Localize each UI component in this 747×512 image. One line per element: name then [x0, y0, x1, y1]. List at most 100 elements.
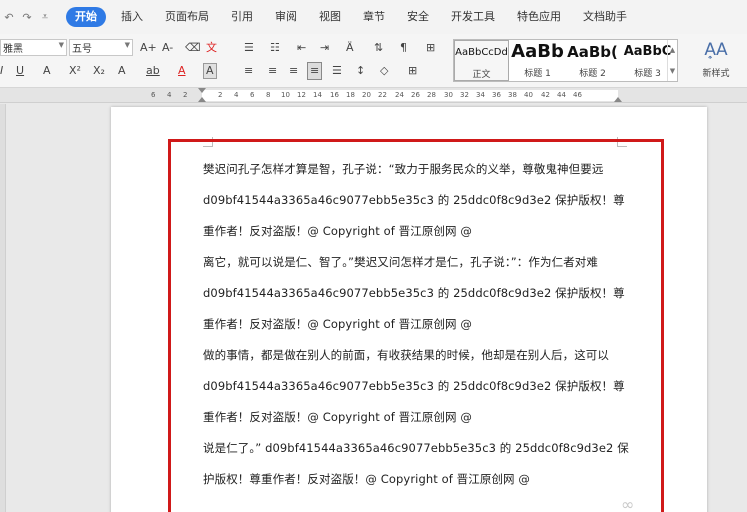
ruler-number: 22	[378, 91, 387, 99]
borders-icon[interactable]: ⊞	[408, 64, 417, 78]
line-spacing-icon[interactable]: ↕	[356, 64, 365, 78]
ribbon-toolbar: 雅黑 ▼ 五号 ▼ A+ A- ⌫ 文 I U A X² X₂ A ab A A…	[0, 34, 747, 88]
new-style-label: 新样式	[702, 69, 730, 79]
document-line[interactable]: 樊迟问孔子怎样才算是智，孔子说：“致力于服务民众的义举，尊敬鬼神但要远	[203, 161, 603, 177]
style-caption: 标题 1	[524, 69, 551, 79]
decrease-indent-icon[interactable]: ⇤	[297, 41, 306, 55]
font-size-select[interactable]: 五号 ▼	[69, 39, 133, 56]
chinese-layout-icon[interactable]: Ä	[346, 41, 354, 55]
document-line[interactable]: 做的事情，都是做在别人的前面，有收获结果的时候，他却是在别人后，这可以	[203, 347, 609, 363]
show-marks-icon[interactable]: ¶	[400, 41, 407, 55]
new-style-button[interactable]: A͎A 新样式	[696, 40, 736, 79]
ruler-number: 2	[218, 91, 223, 99]
superscript-button[interactable]: X²	[69, 64, 81, 78]
text-effect-button[interactable]: A	[118, 64, 126, 78]
distribute-icon[interactable]: ☰	[332, 64, 342, 78]
ruler-number: 36	[492, 91, 501, 99]
sort-icon[interactable]: ⇅	[374, 41, 383, 55]
document-line[interactable]: 护版权！尊重作者！反对盗版！@ Copyright of 晋江原创网 @	[203, 471, 530, 487]
document-line[interactable]: d09bf41544a3365a46c9077ebb5e35c3 的 25ddc…	[203, 285, 625, 301]
ruler-number: 2	[183, 91, 188, 99]
ruler-number: 6	[250, 91, 255, 99]
char-shading-button[interactable]: A	[203, 63, 217, 79]
tab-features[interactable]: 特色应用	[506, 7, 572, 27]
justify-icon[interactable]: ≡	[307, 62, 323, 80]
font-size-value: 五号	[72, 44, 92, 55]
clear-format-button[interactable]: ⌫	[185, 41, 201, 55]
tab-doc-assistant[interactable]: 文档助手	[572, 7, 638, 27]
ruler-number: 4	[234, 91, 239, 99]
style-heading-1[interactable]: AaBb 标题 1	[510, 40, 565, 81]
ruler-number: 12	[297, 91, 306, 99]
tab-review[interactable]: 审阅	[264, 7, 308, 27]
horizontal-ruler[interactable]: 6 4 2 2 4 6 8 10 12 14 16 18 20 22 24 26…	[0, 88, 747, 103]
document-line[interactable]: d09bf41544a3365a46c9077ebb5e35c3 的 25ddc…	[203, 378, 625, 394]
ruler-number: 42	[541, 91, 550, 99]
tab-developer[interactable]: 开发工具	[440, 7, 506, 27]
tab-references[interactable]: 引用	[220, 7, 264, 27]
table-border-icon[interactable]: ⊞	[426, 41, 435, 55]
document-line[interactable]: 离它，就可以说是仁、智了。”樊迟又问怎样才是仁，孔子说：”：作为仁者对难	[203, 254, 598, 270]
font-name-value: 雅黑	[3, 44, 23, 55]
tab-insert[interactable]: 插入	[110, 7, 154, 27]
align-center-icon[interactable]: ≡	[268, 64, 277, 78]
subscript-button[interactable]: X₂	[93, 64, 105, 78]
tab-security[interactable]: 安全	[396, 7, 440, 27]
document-line[interactable]: 重作者！反对盗版！@ Copyright of 晋江原创网 @	[203, 223, 472, 239]
document-line[interactable]: d09bf41544a3365a46c9077ebb5e35c3 的 25ddc…	[203, 192, 625, 208]
increase-indent-icon[interactable]: ⇥	[320, 41, 329, 55]
first-line-indent-marker[interactable]	[198, 88, 206, 93]
text-outline-button[interactable]: A	[43, 64, 51, 78]
numbered-list-icon[interactable]: ☷	[270, 41, 280, 55]
style-normal[interactable]: AaBbCcDd 正文	[454, 40, 509, 81]
font-name-select[interactable]: 雅黑 ▼	[0, 39, 67, 56]
left-indent-marker[interactable]	[198, 97, 206, 102]
underline-button[interactable]: U	[16, 64, 24, 78]
tab-chapter[interactable]: 章节	[352, 7, 396, 27]
ruler-number: 34	[476, 91, 485, 99]
tab-page-layout[interactable]: 页面布局	[154, 7, 220, 27]
new-style-icon: A͎A	[704, 40, 728, 60]
ruler-number: 14	[313, 91, 322, 99]
style-sample: AaBb(	[567, 43, 618, 61]
document-page[interactable]: 樊迟问孔子怎样才算是智，孔子说：“致力于服务民众的义举，尊敬鬼神但要远 d09b…	[111, 107, 707, 512]
customize-icon[interactable]: ⩡	[38, 10, 52, 24]
ruler-number: 46	[573, 91, 582, 99]
ruler-number: 16	[330, 91, 339, 99]
undo-icon[interactable]: ↶	[2, 10, 16, 24]
italic-button[interactable]: I	[0, 64, 3, 78]
ruler-number: 28	[427, 91, 436, 99]
document-line[interactable]: 重作者！反对盗版！@ Copyright of 晋江原创网 @	[203, 409, 472, 425]
tab-home[interactable]: 开始	[66, 7, 106, 27]
phonetic-guide-button[interactable]: 文	[206, 41, 217, 55]
grow-font-button[interactable]: A+	[140, 41, 157, 55]
redo-icon[interactable]: ↷	[20, 10, 34, 24]
watermark-icon: ∞	[621, 495, 635, 512]
ruler-number: 30	[444, 91, 453, 99]
ruler-number: 24	[395, 91, 404, 99]
tab-view[interactable]: 视图	[308, 7, 352, 27]
style-caption: 标题 2	[579, 69, 606, 79]
highlight-button[interactable]: ab	[146, 64, 160, 78]
style-caption: 正文	[472, 70, 491, 80]
shrink-font-button[interactable]: A-	[162, 41, 173, 55]
style-heading-2[interactable]: AaBb( 标题 2	[565, 40, 620, 81]
chevron-down-icon: ▼	[124, 41, 130, 49]
gallery-scroll[interactable]: ▲ ▼	[667, 40, 677, 81]
ruler-number: 18	[346, 91, 355, 99]
right-indent-marker[interactable]	[614, 97, 622, 102]
align-right-icon[interactable]: ≡	[289, 64, 298, 78]
font-color-button[interactable]: A	[178, 64, 186, 78]
ruler-number: 26	[411, 91, 420, 99]
align-left-icon[interactable]: ≡	[244, 64, 253, 78]
chevron-down-icon[interactable]: ▼	[670, 67, 675, 75]
chevron-up-icon[interactable]: ▲	[670, 46, 675, 54]
chevron-down-icon: ▼	[58, 41, 64, 49]
left-gutter	[0, 104, 6, 512]
document-line[interactable]: 说是仁了。” d09bf41544a3365a46c9077ebb5e35c3 …	[203, 440, 629, 456]
ruler-number: 4	[167, 91, 172, 99]
shading-icon[interactable]: ◇	[380, 64, 388, 78]
document-line[interactable]: 重作者！反对盗版！@ Copyright of 晋江原创网 @	[203, 316, 472, 332]
bullet-list-icon[interactable]: ☰	[244, 41, 254, 55]
style-sample: AaBb	[511, 41, 564, 62]
